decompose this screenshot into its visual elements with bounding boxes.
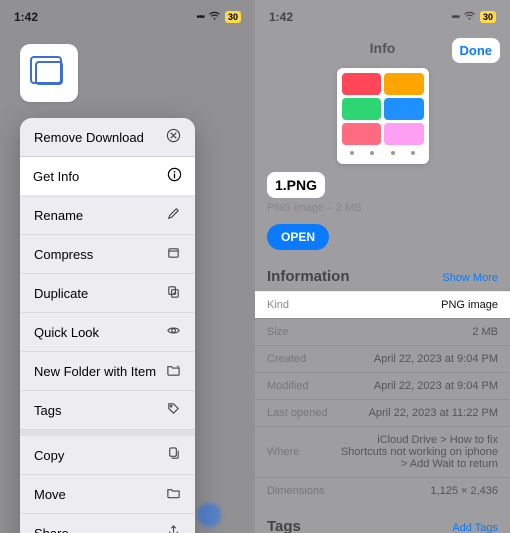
info-row-dimensions: Dimensions 1,125 × 2,436 <box>255 477 510 504</box>
screen-file-info: 1:42 ••• 30 Info Done 1.PNG PNG image – … <box>255 0 510 533</box>
info-value: PNG image <box>441 299 498 311</box>
info-row-where: Where iCloud Drive > How to fix Shortcut… <box>255 426 510 477</box>
remove-download-icon <box>165 128 181 146</box>
file-meta: PNG image – 2 MB <box>267 202 362 214</box>
menu-label: Share <box>34 526 69 533</box>
info-row-modified: Modified April 22, 2023 at 9:04 PM <box>255 372 510 399</box>
thumb-tile <box>384 98 424 120</box>
menu-tags[interactable]: Tags <box>20 391 195 430</box>
menu-label: New Folder with Item <box>34 364 156 379</box>
thumb-tile <box>384 73 424 95</box>
context-menu: Remove Download Get Info Rename Compress… <box>20 118 195 533</box>
info-value-path[interactable]: iCloud Drive > How to fix Shortcuts not … <box>338 434 498 470</box>
menu-label: Duplicate <box>34 286 88 301</box>
menu-label: Compress <box>34 247 93 262</box>
info-row-created: Created April 22, 2023 at 9:04 PM <box>255 345 510 372</box>
battery-badge: 30 <box>480 11 496 23</box>
menu-label: Rename <box>34 208 83 223</box>
duplicate-icon <box>165 284 181 302</box>
thumb-tile <box>384 123 424 145</box>
battery-badge: 30 <box>225 11 241 23</box>
thumb-tile <box>342 73 382 95</box>
menu-share[interactable]: Share <box>20 514 195 533</box>
section-title: Information <box>267 268 350 285</box>
menu-label: Remove Download <box>34 130 144 145</box>
info-label: Kind <box>267 299 289 311</box>
info-label: Created <box>267 353 306 365</box>
floating-action-hint <box>197 503 221 527</box>
open-button[interactable]: OPEN <box>267 224 329 250</box>
filename-label: 1.PNG <box>267 172 325 198</box>
menu-quick-look[interactable]: Quick Look <box>20 313 195 352</box>
info-value: April 22, 2023 at 11:22 PM <box>369 407 498 419</box>
menu-copy[interactable]: Copy <box>20 436 195 475</box>
status-time: 1:42 <box>269 10 293 24</box>
sheet-header: Info Done <box>255 30 510 62</box>
status-bar: 1:42 ••• 30 <box>0 0 255 30</box>
done-button[interactable]: Done <box>452 38 501 63</box>
menu-remove-download[interactable]: Remove Download <box>20 118 195 157</box>
info-value: 2 MB <box>472 326 498 338</box>
file-thumbnail[interactable] <box>20 44 78 102</box>
copy-icon <box>165 446 181 464</box>
info-value: 1,125 × 2,436 <box>430 485 498 497</box>
info-value: April 22, 2023 at 9:04 PM <box>374 353 498 365</box>
menu-duplicate[interactable]: Duplicate <box>20 274 195 313</box>
section-title: Tags <box>267 518 301 533</box>
sheet-title: Info <box>370 40 396 56</box>
archive-icon <box>165 245 181 263</box>
menu-new-folder[interactable]: New Folder with Item + <box>20 352 195 391</box>
menu-label: Tags <box>34 403 61 418</box>
tags-section-header: Tags Add Tags <box>255 504 510 533</box>
menu-move[interactable]: Move <box>20 475 195 514</box>
menu-label: Copy <box>34 448 64 463</box>
status-bar: 1:42 ••• 30 <box>255 0 510 30</box>
menu-label: Get Info <box>33 169 79 184</box>
share-icon <box>165 524 181 533</box>
folder-plus-icon: + <box>165 362 181 380</box>
status-time: 1:42 <box>14 10 38 24</box>
wifi-icon <box>463 11 476 24</box>
menu-rename[interactable]: Rename <box>20 196 195 235</box>
info-value: April 22, 2023 at 9:04 PM <box>374 380 498 392</box>
add-tags-link[interactable]: Add Tags <box>452 522 498 533</box>
show-more-link[interactable]: Show More <box>442 272 498 284</box>
menu-compress[interactable]: Compress <box>20 235 195 274</box>
menu-get-info[interactable]: Get Info <box>20 157 195 196</box>
info-section: Information Show More Kind PNG image Siz… <box>255 264 510 533</box>
tag-icon <box>165 401 181 419</box>
menu-label: Move <box>34 487 66 502</box>
copy-stack-icon <box>35 61 63 85</box>
pencil-icon <box>165 206 181 224</box>
info-label: Modified <box>267 380 309 392</box>
svg-text:+: + <box>176 365 179 371</box>
eye-icon <box>165 323 181 341</box>
info-label: Where <box>267 446 299 458</box>
file-preview-thumbnail[interactable] <box>337 68 429 164</box>
folder-icon <box>165 485 181 503</box>
cellular-icon: ••• <box>196 12 204 23</box>
wifi-icon <box>208 11 221 24</box>
info-row-last-opened: Last opened April 22, 2023 at 11:22 PM <box>255 399 510 426</box>
info-row-size: Size 2 MB <box>255 318 510 345</box>
thumb-tabbar <box>342 148 424 158</box>
menu-label: Quick Look <box>34 325 99 340</box>
info-label: Last opened <box>267 407 328 419</box>
info-icon <box>166 167 182 185</box>
screen-context-menu: 1:42 ••• 30 Remove Download Get Info Ren… <box>0 0 255 533</box>
info-label: Size <box>267 326 288 338</box>
thumb-tile <box>342 123 382 145</box>
thumb-tile <box>342 98 382 120</box>
cellular-icon: ••• <box>451 12 459 23</box>
info-label: Dimensions <box>267 485 324 497</box>
info-row-kind: Kind PNG image <box>255 291 510 318</box>
